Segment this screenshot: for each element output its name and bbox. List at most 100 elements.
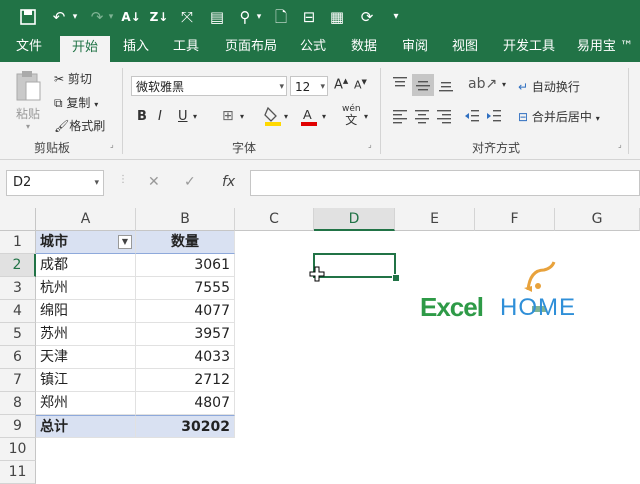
paste-dropdown-icon[interactable]: ▾	[26, 122, 30, 131]
sort-asc-icon[interactable]: A↓	[120, 6, 142, 28]
row-header-6[interactable]: 6	[0, 346, 36, 369]
table-cell-city[interactable]: 绵阳	[36, 300, 136, 323]
tab-review[interactable]: 审阅	[392, 34, 438, 62]
tab-formulas[interactable]: 公式	[290, 34, 336, 62]
tab-easyuse[interactable]: 易用宝 ™	[570, 34, 640, 62]
fill-dropdown-icon[interactable]: ▾	[284, 112, 288, 121]
find-dropdown-icon[interactable]: ▾	[254, 6, 264, 28]
folder-icon[interactable]: ▦	[326, 6, 348, 28]
table-cell-qty[interactable]: 7555	[136, 277, 235, 300]
column-header-g[interactable]: G	[555, 208, 640, 231]
column-header-c[interactable]: C	[235, 208, 314, 231]
font-color-button[interactable]: A	[300, 106, 318, 129]
column-header-a[interactable]: A	[36, 208, 136, 231]
sort-desc-icon[interactable]: Z↓	[148, 6, 170, 28]
align-middle-icon[interactable]	[412, 74, 434, 96]
decrease-indent-icon[interactable]	[464, 108, 480, 127]
table-cell-city[interactable]: 苏州	[36, 323, 136, 346]
align-top-icon[interactable]	[392, 76, 412, 96]
table-cell-city[interactable]: 杭州	[36, 277, 136, 300]
row-header-3[interactable]: 3	[0, 277, 36, 300]
column-header-e[interactable]: E	[395, 208, 475, 231]
column-header-b[interactable]: B	[136, 208, 235, 231]
table-cell-qty[interactable]: 3957	[136, 323, 235, 346]
table-header-city[interactable]: 城市 ▼	[36, 231, 136, 254]
copy-dropdown-icon[interactable]: ▾	[94, 100, 98, 109]
row-header-4[interactable]: 4	[0, 300, 36, 323]
tab-home[interactable]: 开始	[60, 36, 110, 62]
tab-data[interactable]: 数据	[340, 34, 388, 62]
undo-icon[interactable]: ↶	[48, 6, 70, 28]
save-icon[interactable]	[18, 6, 38, 28]
border-icon[interactable]: ⊞	[222, 108, 234, 124]
merge-center-button[interactable]: ⊟ 合并后居中 ▾	[518, 108, 600, 125]
table-cell-qty[interactable]: 4807	[136, 392, 235, 415]
format-painter-button[interactable]: 🖌格式刷	[54, 117, 105, 134]
active-cell-d2[interactable]	[313, 253, 396, 278]
copy-button[interactable]: ⧉ 复制 ▾	[54, 94, 98, 111]
name-box[interactable]: D2 ▾	[6, 170, 104, 196]
shrink-font-icon[interactable]: A▼	[354, 78, 367, 92]
table-cell-city[interactable]: 天津	[36, 346, 136, 369]
align-right-icon[interactable]	[436, 108, 452, 127]
undo-dropdown-icon[interactable]: ▾	[70, 6, 80, 28]
phonetic-button[interactable]: wén 文	[342, 104, 361, 126]
customize-icon[interactable]: ▾	[388, 6, 404, 28]
row-header-5[interactable]: 5	[0, 323, 36, 346]
formula-input[interactable]	[250, 170, 640, 196]
row-header-7[interactable]: 7	[0, 369, 36, 392]
table-cell-city[interactable]: 成都	[36, 254, 136, 277]
tab-insert[interactable]: 插入	[112, 34, 160, 62]
underline-button[interactable]: U	[178, 109, 188, 124]
italic-button[interactable]: I	[158, 109, 162, 124]
new-file-icon[interactable]: 🗋	[270, 6, 292, 28]
row-header-10[interactable]: 10	[0, 438, 36, 461]
column-header-f[interactable]: F	[475, 208, 555, 231]
total-value[interactable]: 30202	[136, 415, 235, 438]
orientation-icon[interactable]: ab↗	[468, 76, 497, 92]
redo-dropdown-icon[interactable]: ▾	[106, 6, 116, 28]
table-cell-qty[interactable]: 4033	[136, 346, 235, 369]
refresh-icon[interactable]: ⟳	[356, 6, 378, 28]
tab-view[interactable]: 视图	[442, 34, 488, 62]
table-cell-qty[interactable]: 3061	[136, 254, 235, 277]
table-cell-city[interactable]: 郑州	[36, 392, 136, 415]
increase-indent-icon[interactable]	[486, 108, 502, 127]
font-name-combo[interactable]: 微软雅黑 ▾	[131, 76, 287, 96]
table-cell-qty[interactable]: 2712	[136, 369, 235, 392]
open-file-icon[interactable]: ⊟	[298, 6, 320, 28]
phonetic-dropdown-icon[interactable]: ▾	[364, 112, 368, 121]
paste-button[interactable]: 粘贴	[12, 70, 44, 130]
form-icon[interactable]: ▤	[206, 6, 228, 28]
orientation-dropdown-icon[interactable]: ▾	[502, 80, 506, 89]
tab-page-layout[interactable]: 页面布局	[216, 34, 286, 62]
bold-button[interactable]: B	[137, 109, 147, 124]
column-header-d[interactable]: D	[314, 208, 395, 231]
insert-function-icon[interactable]: fx	[222, 174, 235, 190]
fill-handle[interactable]	[392, 274, 400, 282]
row-header-9[interactable]: 9	[0, 415, 36, 438]
cut-button[interactable]: ✂ 剪切	[54, 70, 92, 87]
grow-font-icon[interactable]: A▲	[334, 77, 348, 92]
merge-dropdown-icon[interactable]: ▾	[596, 114, 600, 123]
border-dropdown-icon[interactable]: ▾	[240, 112, 244, 121]
font-launcher-icon[interactable]: ⌟	[368, 140, 372, 149]
row-header-8[interactable]: 8	[0, 392, 36, 415]
clipboard-launcher-icon[interactable]: ⌟	[110, 140, 114, 149]
find-icon[interactable]: ⚲	[234, 6, 256, 28]
row-header-1[interactable]: 1	[0, 231, 36, 254]
table-cell-qty[interactable]: 4077	[136, 300, 235, 323]
font-color-dropdown-icon[interactable]: ▾	[322, 112, 326, 121]
table-header-qty[interactable]: 数量	[136, 231, 235, 254]
cancel-icon[interactable]: ✕	[148, 174, 160, 190]
row-header-11[interactable]: 11	[0, 461, 36, 484]
font-size-combo[interactable]: 12 ▾	[290, 76, 328, 96]
align-bottom-icon[interactable]	[438, 76, 458, 96]
row-header-2[interactable]: 2	[0, 254, 36, 277]
select-all-corner[interactable]	[0, 208, 36, 231]
table-cell-city[interactable]: 镇江	[36, 369, 136, 392]
wrap-text-button[interactable]: ↵ 自动换行	[518, 78, 580, 95]
filter-dropdown-icon[interactable]: ▼	[118, 235, 132, 249]
worksheet-grid[interactable]: A B C D E F G 1 2 3 4 5 6 7 8 9 10 11 城市…	[0, 208, 640, 484]
tab-file[interactable]: 文件	[4, 34, 54, 62]
